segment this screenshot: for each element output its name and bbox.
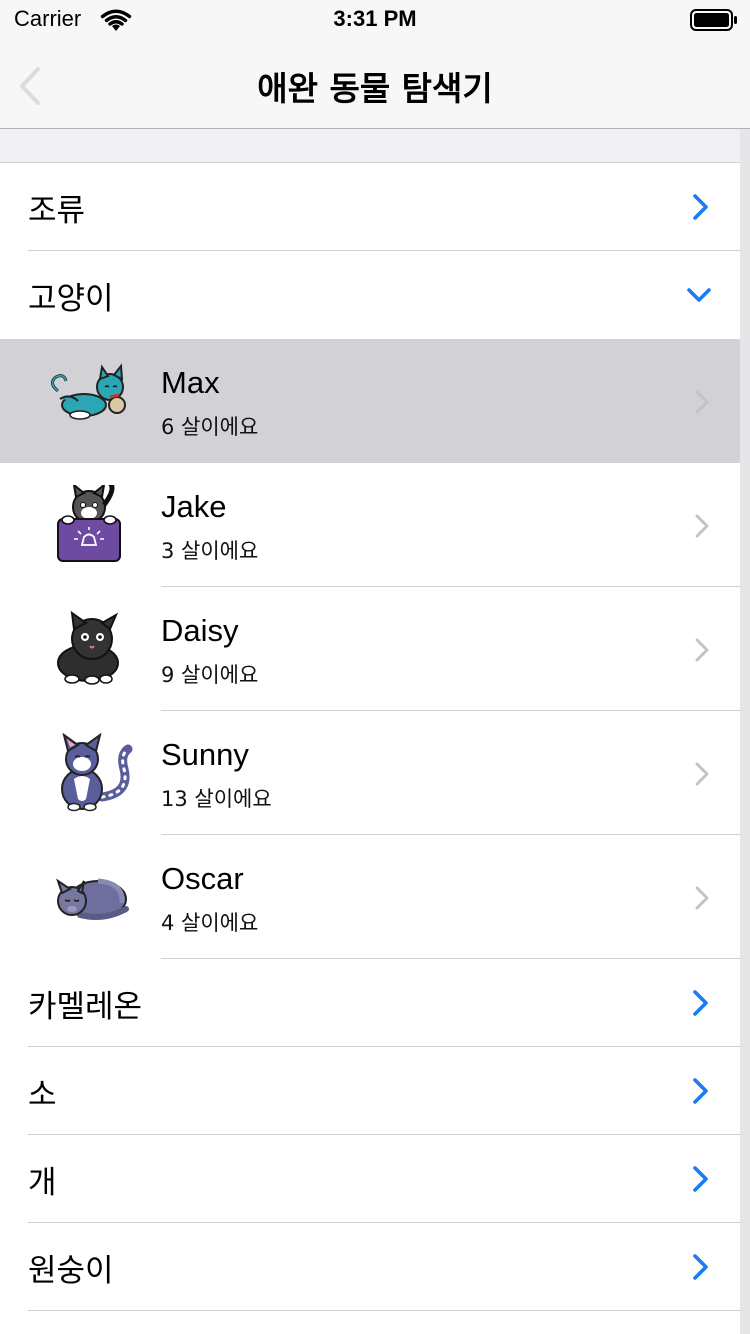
disclosure-indicator-icon	[695, 638, 709, 662]
pet-row-daisy[interactable]: Daisy 9 살이에요	[0, 587, 740, 711]
scroll-edge	[740, 129, 750, 1334]
pet-row-jake[interactable]: Jake 3 살이에요	[0, 463, 740, 587]
chevron-right-icon	[693, 1254, 708, 1280]
pet-age: 6 살이에요	[161, 415, 259, 439]
category-row-dogs[interactable]: 개	[0, 1135, 740, 1223]
pet-name: Jake	[161, 489, 227, 524]
clock: 3:31 PM	[333, 6, 417, 31]
pet-table: 조류 고양이 Max 6 살이에요 Jake 3 살이에요 Daisy 9 살이…	[0, 129, 740, 1334]
category-row-birds[interactable]: 조류	[0, 163, 740, 251]
row-divider	[28, 1310, 740, 1311]
category-label: 카멜레온	[28, 989, 143, 1025]
page-title: 애완 동물 탐색기	[257, 69, 493, 108]
category-row-monkeys[interactable]: 원숭이	[0, 1223, 740, 1311]
navigation-bar: 애완 동물 탐색기	[0, 40, 750, 129]
pet-age: 3 살이에요	[161, 539, 259, 563]
pet-name: Sunny	[161, 737, 249, 772]
chevron-right-icon	[693, 990, 708, 1016]
chevron-right-icon	[693, 1078, 708, 1104]
chevron-down-icon	[687, 288, 711, 302]
pet-row-oscar[interactable]: Oscar 4 살이에요	[0, 835, 740, 959]
disclosure-indicator-icon	[695, 390, 709, 414]
section-header	[0, 129, 740, 163]
category-label: 조류	[28, 193, 86, 229]
cat-sitting-icon	[61, 733, 133, 812]
pet-name: Oscar	[161, 861, 244, 896]
chevron-right-icon	[693, 194, 708, 220]
pet-row-max[interactable]: Max 6 살이에요	[0, 339, 740, 463]
pet-name: Daisy	[161, 613, 239, 648]
category-row-cows[interactable]: 소	[0, 1047, 740, 1135]
pet-age: 13 살이에요	[161, 787, 272, 811]
category-row-chameleons[interactable]: 카멜레온	[0, 959, 740, 1047]
chevron-right-icon	[693, 1166, 708, 1192]
battery-icon	[690, 9, 737, 31]
cat-black-icon	[57, 610, 119, 685]
cat-box-icon	[57, 485, 121, 562]
cat-teal-icon	[51, 363, 126, 420]
disclosure-indicator-icon	[695, 886, 709, 910]
disclosure-indicator-icon	[695, 762, 709, 786]
category-label: 고양이	[28, 281, 114, 317]
category-label: 소	[28, 1077, 57, 1113]
category-label: 원숭이	[28, 1253, 114, 1289]
pet-age: 9 살이에요	[161, 663, 259, 687]
disclosure-indicator-icon	[695, 514, 709, 538]
status-bar: Carrier 3:31 PM	[0, 0, 750, 40]
cat-sleeping-icon	[56, 878, 129, 920]
pet-name: Max	[161, 365, 220, 400]
category-row-cats[interactable]: 고양이	[0, 251, 740, 339]
pet-age: 4 살이에요	[161, 911, 259, 935]
category-label: 개	[28, 1165, 57, 1201]
pet-row-sunny[interactable]: Sunny 13 살이에요	[0, 711, 740, 835]
